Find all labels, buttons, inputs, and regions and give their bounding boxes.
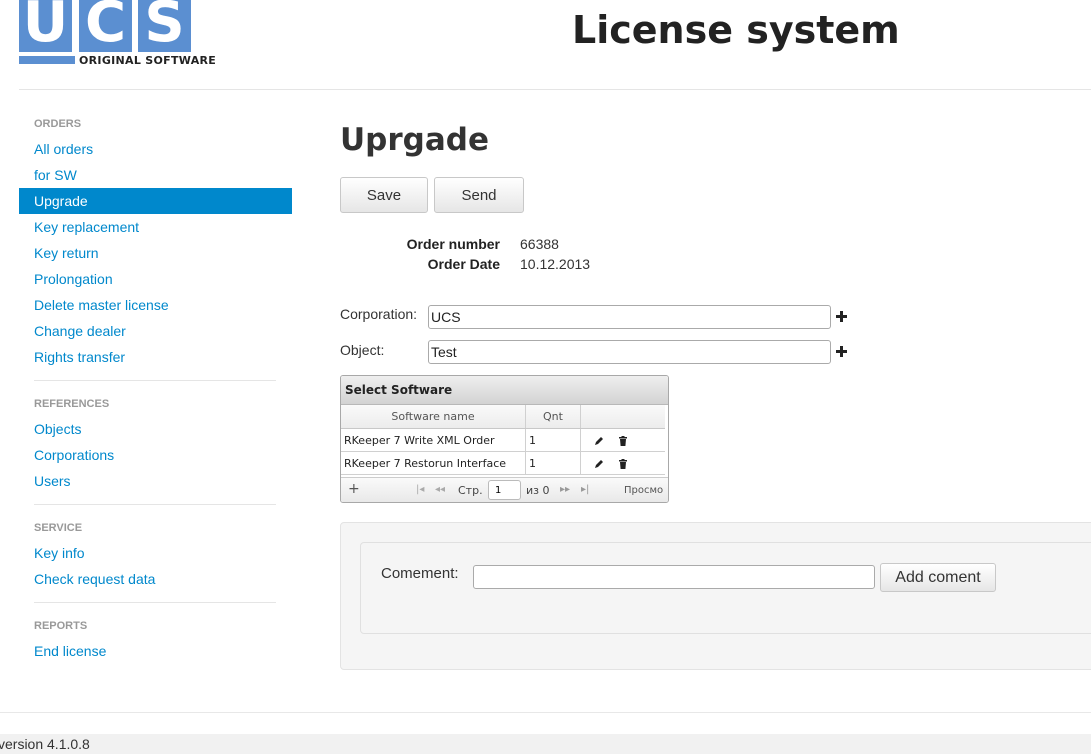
- nav-header-reports: REPORTS: [34, 620, 88, 632]
- page-number-input[interactable]: [488, 480, 521, 500]
- grid-pager: + |◂ ◂◂ Стр. из 0 ▸▸ ▸| Просмо: [341, 477, 668, 502]
- table-row[interactable]: RKeeper 7 Write XML Order 1: [341, 428, 665, 452]
- page-count-label: из 0: [526, 484, 550, 497]
- nav-header-service: SERVICE: [34, 522, 83, 534]
- software-table: Software name Qnt RKeeper 7 Write XML Or…: [341, 405, 665, 475]
- trash-icon[interactable]: [618, 458, 628, 469]
- sidebar: ORDERS All orders for SW Upgrade Key rep…: [19, 112, 292, 664]
- add-corporation-plus-icon[interactable]: [836, 311, 847, 322]
- logo-subtitle: ORIGINAL SOFTWARE: [79, 54, 217, 67]
- column-header-actions: [580, 405, 665, 429]
- sidebar-item-key-return[interactable]: Key return: [19, 240, 292, 266]
- comment-panel: Comement: Add coment: [340, 522, 1091, 670]
- logo-letter: C: [79, 0, 132, 52]
- object-label: Object:: [340, 342, 385, 358]
- trash-icon[interactable]: [618, 435, 628, 446]
- grid-caption: Select Software: [341, 376, 668, 405]
- footer-divider: [0, 712, 1091, 713]
- footer: version 4.1.0.8: [0, 734, 1091, 754]
- nav-divider: [34, 504, 276, 505]
- sidebar-item-objects[interactable]: Objects: [19, 416, 292, 442]
- next-page-icon[interactable]: ▸▸: [560, 484, 570, 495]
- sidebar-item-upgrade[interactable]: Upgrade: [19, 188, 292, 214]
- sidebar-item-for-sw[interactable]: for SW: [19, 162, 292, 188]
- sidebar-item-key-info[interactable]: Key info: [19, 540, 292, 566]
- qnt-cell: 1: [525, 451, 581, 475]
- comment-form: Comement: Add coment: [360, 542, 1091, 634]
- nav-header-orders: ORDERS: [34, 118, 82, 130]
- sidebar-item-end-license[interactable]: End license: [19, 638, 292, 664]
- save-button[interactable]: Save: [340, 177, 428, 213]
- corporation-input[interactable]: [428, 305, 831, 329]
- logo-letter: U: [19, 0, 72, 52]
- nav-divider: [34, 602, 276, 603]
- order-number-label: Order number: [406, 236, 500, 252]
- sidebar-item-rights-transfer[interactable]: Rights transfer: [19, 344, 292, 370]
- select-software-grid: Select Software Software name Qnt RKeepe…: [340, 375, 669, 503]
- software-name-cell: RKeeper 7 Write XML Order: [341, 428, 526, 452]
- order-number-value: 66388: [520, 236, 559, 252]
- sidebar-item-change-dealer[interactable]: Change dealer: [19, 318, 292, 344]
- order-date-value: 10.12.2013: [520, 256, 591, 272]
- pencil-icon[interactable]: [594, 459, 604, 469]
- corporation-label: Corporation:: [340, 306, 418, 322]
- add-row-plus-icon[interactable]: +: [348, 481, 360, 497]
- nav-divider: [34, 380, 276, 381]
- sidebar-item-key-replacement[interactable]: Key replacement: [19, 214, 292, 240]
- view-records-label: Просмо: [624, 485, 664, 496]
- add-comment-button[interactable]: Add coment: [880, 563, 996, 592]
- ucs-logo: U C S ORIGINAL SOFTWARE: [19, 0, 216, 70]
- logo-letter: S: [138, 0, 191, 52]
- header-divider: [19, 89, 1091, 90]
- page-title: Uprgade: [340, 122, 489, 158]
- nav-header-references: REFERENCES: [34, 398, 110, 410]
- sidebar-item-prolongation[interactable]: Prolongation: [19, 266, 292, 292]
- sidebar-item-all-orders[interactable]: All orders: [19, 136, 292, 162]
- app-title: License system: [572, 8, 900, 52]
- comment-input[interactable]: [473, 565, 875, 589]
- pencil-icon[interactable]: [594, 436, 604, 446]
- table-row[interactable]: RKeeper 7 Restorun Interface 1: [341, 451, 665, 475]
- add-object-plus-icon[interactable]: [836, 346, 847, 357]
- last-page-icon[interactable]: ▸|: [581, 484, 589, 495]
- qnt-cell: 1: [525, 428, 581, 452]
- sidebar-item-check-request-data[interactable]: Check request data: [19, 566, 292, 592]
- sidebar-item-users[interactable]: Users: [19, 468, 292, 494]
- order-date-label: Order Date: [427, 256, 500, 272]
- column-header-qnt[interactable]: Qnt: [525, 405, 581, 429]
- comment-label: Comement:: [381, 565, 459, 582]
- object-input[interactable]: [428, 340, 831, 364]
- version-text: version 4.1.0.8: [0, 736, 90, 752]
- logo-bar: [19, 56, 75, 64]
- sidebar-item-corporations[interactable]: Corporations: [19, 442, 292, 468]
- page-label: Стр.: [458, 484, 483, 497]
- actions-cell: [580, 428, 665, 452]
- send-button[interactable]: Send: [434, 177, 524, 213]
- software-name-cell: RKeeper 7 Restorun Interface: [341, 451, 526, 475]
- column-header-software-name[interactable]: Software name: [341, 405, 526, 429]
- sidebar-item-delete-master-license[interactable]: Delete master license: [19, 292, 292, 318]
- first-page-icon[interactable]: |◂: [416, 484, 424, 495]
- actions-cell: [580, 451, 665, 475]
- prev-page-icon[interactable]: ◂◂: [435, 484, 445, 495]
